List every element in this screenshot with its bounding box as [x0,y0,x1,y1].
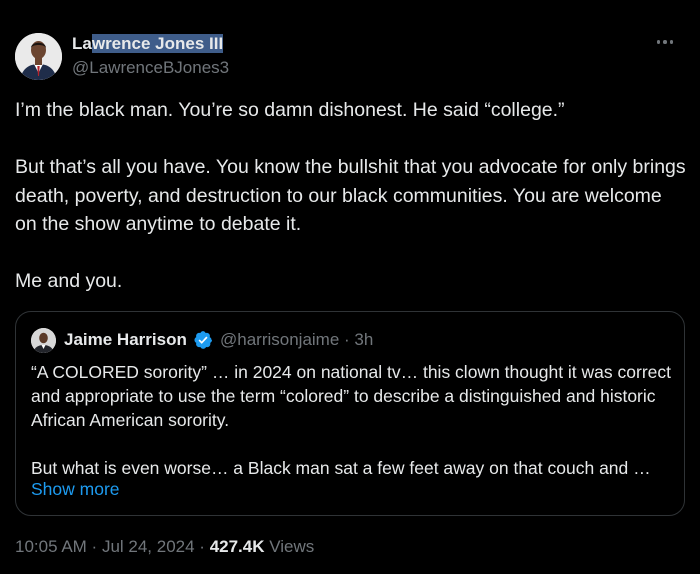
author-avatar-image [15,33,62,80]
meta-separator: · [194,537,210,556]
more-dot [669,40,674,44]
author-name[interactable]: Lawrence Jones III [72,34,224,54]
more-options-icon[interactable] [650,30,680,54]
tweet-time[interactable]: 10:05 AM [15,537,87,556]
quote-text: “A COLORED sorority” … in 2024 on nation… [31,362,671,478]
quote-handle-and-time[interactable]: @harrisonjaime · 3h [220,330,373,350]
views-label: Views [264,537,315,556]
quote-author-avatar[interactable] [31,328,56,353]
quote-author-name[interactable]: Jaime Harrison [64,330,187,350]
more-dot [663,40,667,44]
quoted-tweet[interactable]: Jaime Harrison @harrisonjaime · 3h “A CO… [15,311,685,516]
tweet-text: I’m the black man. You’re so damn dishon… [15,99,686,292]
show-more-link[interactable]: Show more [31,479,120,500]
tweet-meta: 10:05 AM · Jul 24, 2024 · 427.4K Views [15,537,314,557]
views-count[interactable]: 427.4K [210,537,265,556]
author-name-selected: wrence Jones III [91,34,224,53]
author-name-start: La [72,34,92,53]
quote-avatar-image [31,328,56,353]
author-handle[interactable]: @LawrenceBJones3 [72,58,229,78]
verified-badge-icon [194,331,212,349]
author-avatar[interactable] [15,33,62,80]
more-dot [656,40,661,44]
meta-separator: · [86,537,102,556]
tweet-date[interactable]: Jul 24, 2024 [102,537,195,556]
